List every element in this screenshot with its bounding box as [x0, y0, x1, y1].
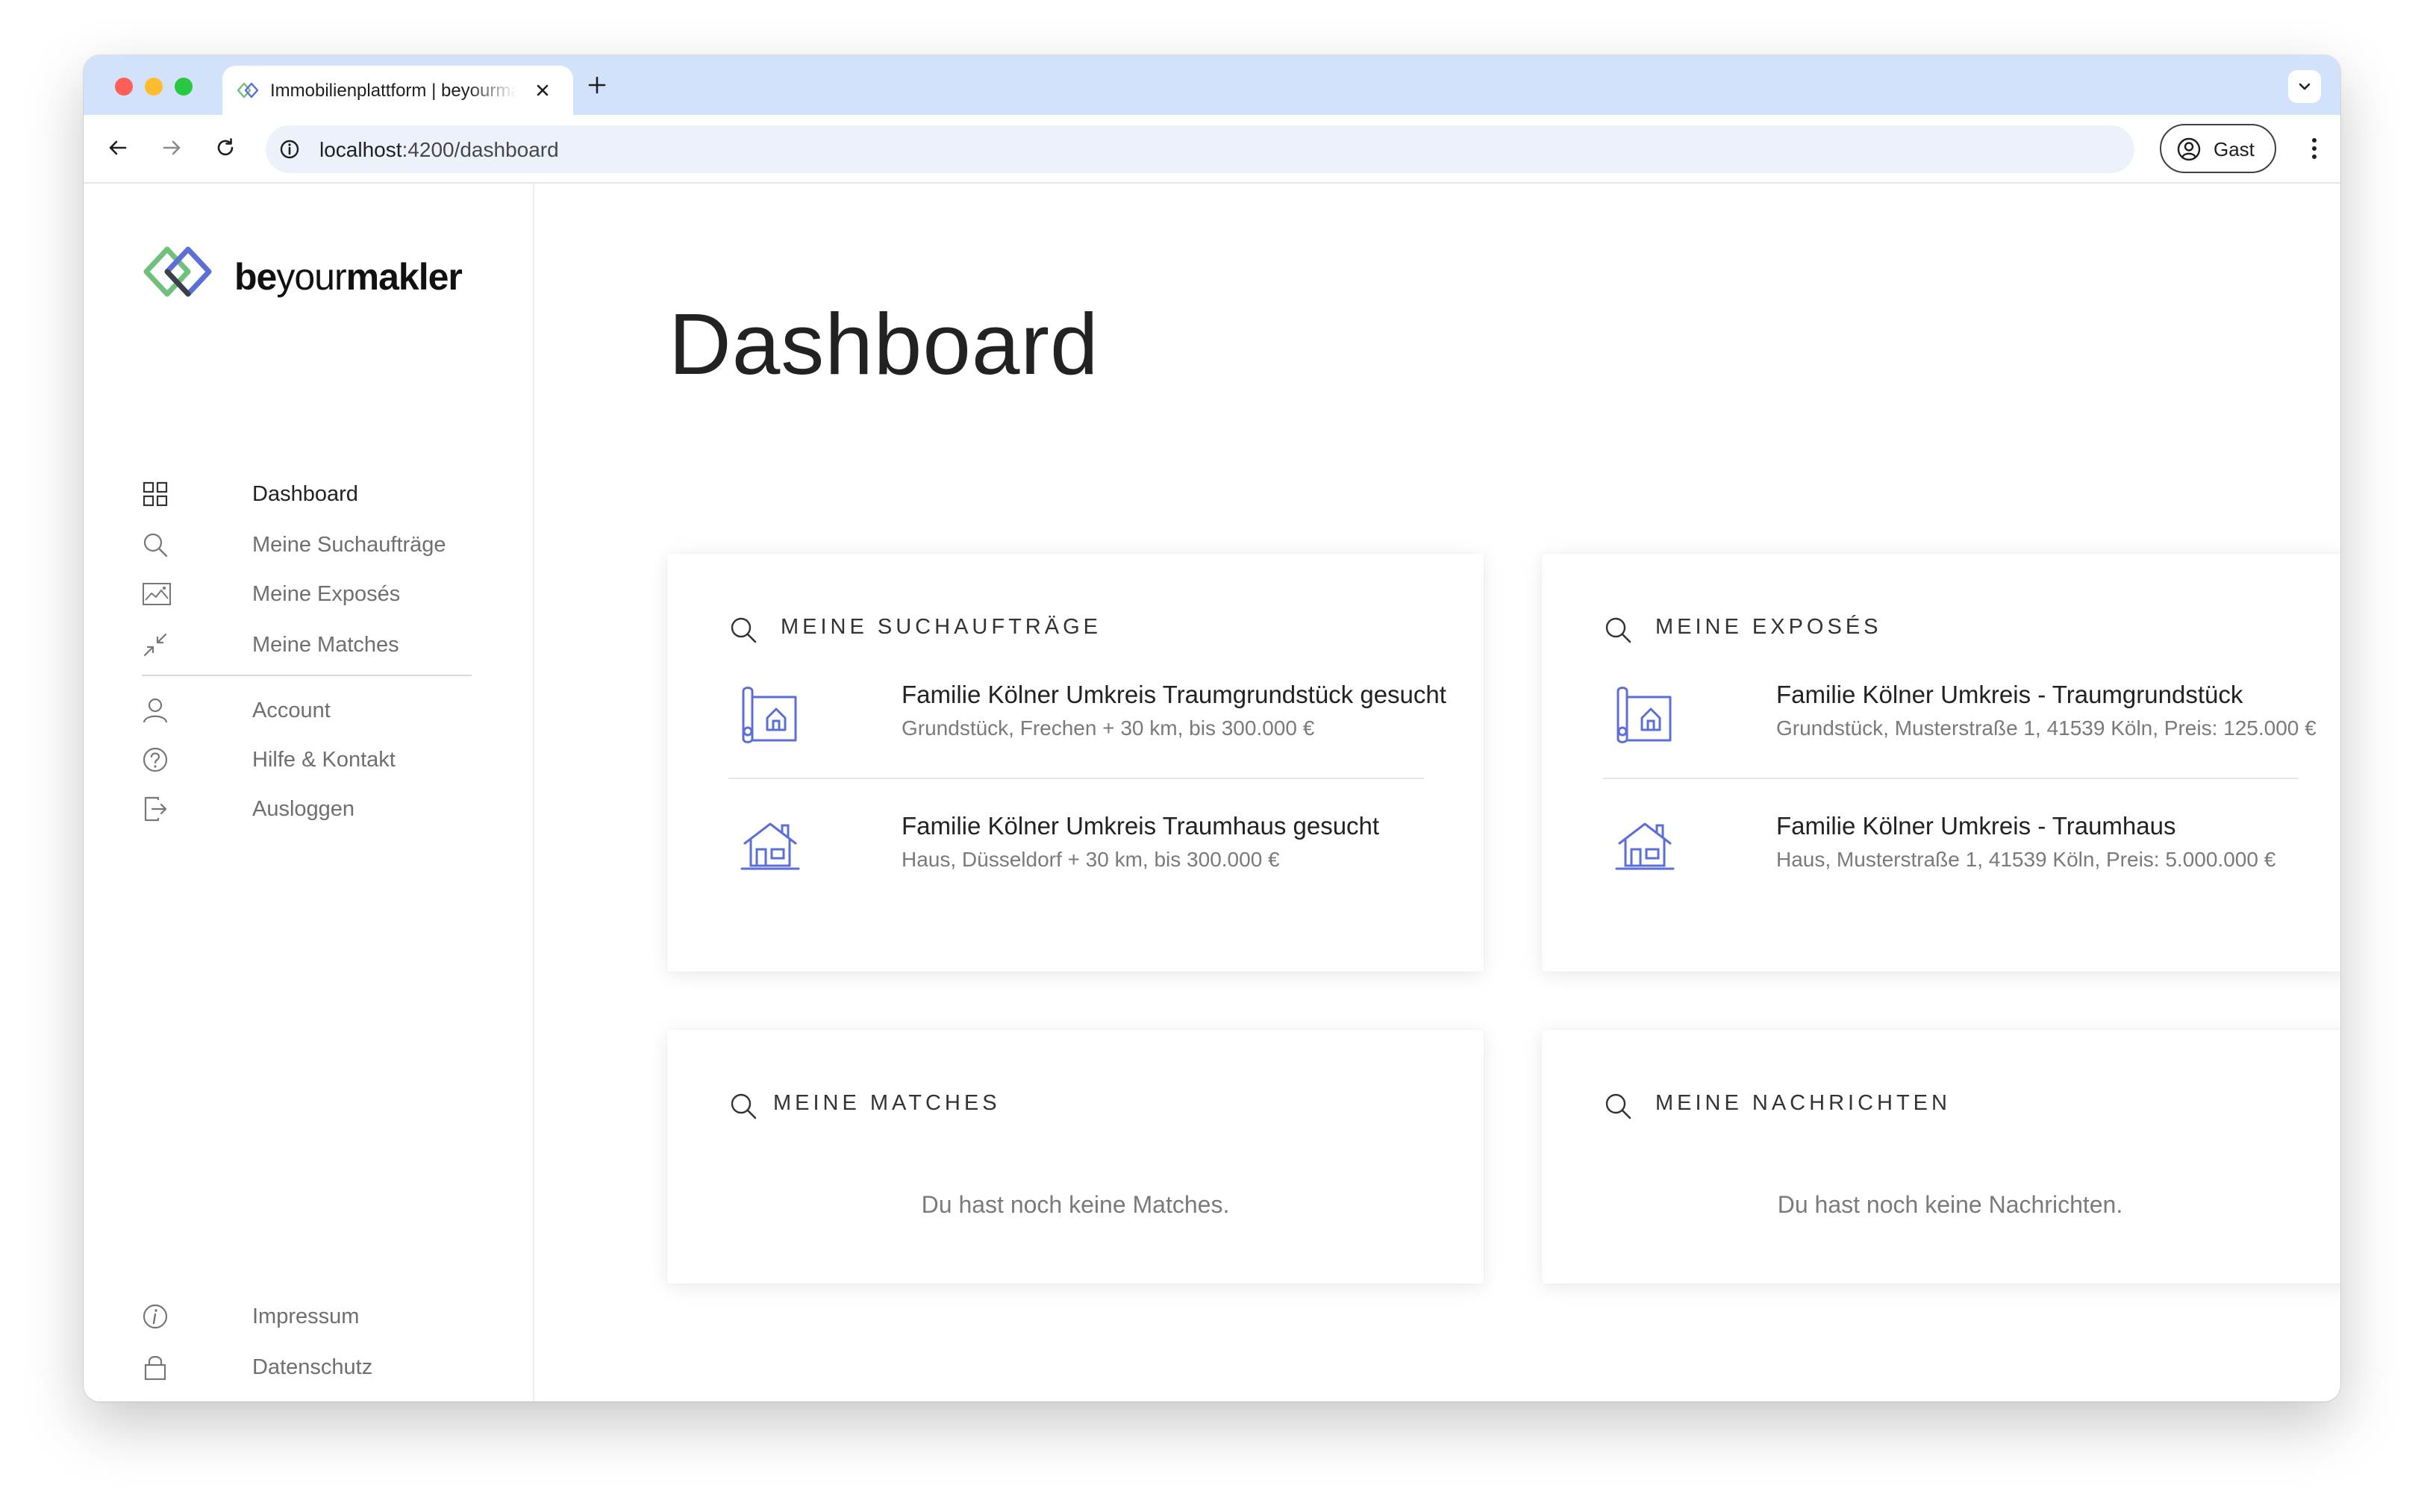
- sidebar-item-label: Datenschutz: [252, 1355, 373, 1379]
- card-exposes: MEINE EXPOSÉS Familie Kölner Umkreis - T…: [1542, 554, 2340, 972]
- card-nachrichten: MEINE NACHRICHTEN Du hast noch keine Nac…: [1542, 1030, 2340, 1284]
- entry-subtitle: Grundstück, Frechen + 30 km, bis 300.000…: [902, 716, 1315, 740]
- profile-button[interactable]: Gast: [2160, 124, 2276, 173]
- lock-icon: [144, 1355, 166, 1381]
- entry-title: Familie Kölner Umkreis Traumgrundstück g…: [902, 681, 1446, 708]
- card-title: MEINE MATCHES: [773, 1091, 1001, 1115]
- back-button[interactable]: [103, 133, 133, 163]
- sidebar-item-label: Meine Matches: [252, 633, 399, 657]
- reload-icon: [217, 138, 234, 156]
- sidebar-item-exposes[interactable]: Meine Exposés: [142, 575, 485, 613]
- plot-icon: [1616, 687, 1672, 743]
- house-icon: [1615, 822, 1675, 870]
- entry-subtitle: Haus, Musterstraße 1, 41539 Köln, Preis:…: [1776, 848, 2276, 871]
- entry-divider: [1603, 778, 2299, 779]
- card-header: MEINE EXPOSÉS: [1603, 612, 2275, 645]
- plot-icon: [742, 687, 797, 743]
- entry-subtitle: Haus, Düsseldorf + 30 km, bis 300.000 €: [902, 848, 1280, 871]
- info-icon: [143, 1304, 168, 1329]
- sidebar: beyourmakler Dashboard Meine Suchaufträg…: [84, 184, 534, 1402]
- arrow-right-icon: [163, 140, 181, 155]
- entry-title: Familie Kölner Umkreis - Traumgrundstück: [1776, 681, 2243, 708]
- entry-title: Familie Kölner Umkreis - Traumhaus: [1776, 812, 2176, 840]
- tab-bar: Immobilienplattform | beyourmakler: [84, 55, 2340, 115]
- sidebar-item-suchauftraege[interactable]: Meine Suchaufträge: [142, 525, 485, 564]
- close-window-button[interactable]: [115, 78, 133, 96]
- list-item[interactable]: Familie Kölner Umkreis Traumgrundstück g…: [728, 681, 1446, 763]
- grid-icon: [143, 481, 168, 507]
- sidebar-item-logout[interactable]: Ausloggen: [142, 790, 485, 828]
- browser-tab[interactable]: Immobilienplattform | beyourmakler: [222, 66, 573, 115]
- forward-button[interactable]: [157, 133, 187, 163]
- list-item[interactable]: Familie Kölner Umkreis - Traumhaus Haus,…: [1603, 812, 2320, 894]
- search-icon: [731, 1093, 757, 1119]
- tab-title: Immobilienplattform | beyourmakler: [270, 81, 516, 101]
- page-title: Dashboard: [669, 296, 1099, 393]
- logout-icon: [144, 796, 167, 822]
- sidebar-item-account[interactable]: Account: [142, 691, 485, 730]
- search-icon: [1605, 1093, 1631, 1119]
- sidebar-item-label: Ausloggen: [252, 797, 355, 821]
- sidebar-item-matches[interactable]: Meine Matches: [142, 625, 485, 664]
- list-item[interactable]: Familie Kölner Umkreis Traumhaus gesucht…: [728, 812, 1445, 894]
- card-title: MEINE SUCHAUFTRÄGE: [781, 615, 1102, 639]
- app-root: beyourmakler Dashboard Meine Suchaufträg…: [84, 184, 2340, 1402]
- main-content: Dashboard MEINE SUCHAUFTRÄGE Familie Köl…: [536, 184, 2340, 1402]
- logo-wordmark: beyourmakler: [234, 256, 463, 298]
- card-header: MEINE SUCHAUFTRÄGE: [728, 612, 1400, 645]
- help-icon: [143, 747, 168, 772]
- user-icon: [143, 698, 168, 723]
- profile-label: Gast: [2214, 138, 2255, 160]
- close-tab-icon[interactable]: [531, 79, 554, 101]
- search-icon: [1605, 617, 1631, 643]
- card-matches: MEINE MATCHES Du hast noch keine Matches…: [667, 1030, 1484, 1284]
- logo[interactable]: beyourmakler: [142, 240, 485, 309]
- favicon-icon: [237, 82, 259, 99]
- card-suchauftraege: MEINE SUCHAUFTRÄGE Familie Kölner Umkrei…: [667, 554, 1484, 972]
- sidebar-item-label: Meine Suchaufträge: [252, 533, 446, 557]
- list-item[interactable]: Familie Kölner Umkreis - Traumgrundstück…: [1603, 681, 2320, 763]
- browser-window: Immobilienplattform | beyourmakler: [84, 55, 2340, 1402]
- entry-title: Familie Kölner Umkreis Traumhaus gesucht: [902, 812, 1380, 840]
- entry-subtitle: Grundstück, Musterstraße 1, 41539 Köln, …: [1776, 716, 2317, 740]
- sidebar-item-impressum[interactable]: Impressum: [142, 1297, 485, 1336]
- card-title: MEINE EXPOSÉS: [1655, 615, 1882, 639]
- sidebar-item-dashboard[interactable]: Dashboard: [142, 475, 485, 513]
- sidebar-item-label: Meine Exposés: [252, 582, 401, 606]
- sidebar-item-datenschutz[interactable]: Datenschutz: [142, 1348, 485, 1387]
- address-bar[interactable]: localhost:4200/dashboard: [266, 125, 2134, 173]
- new-tab-icon[interactable]: [584, 72, 610, 99]
- image-icon: [143, 583, 171, 605]
- chevron-down-icon: [2299, 83, 2311, 90]
- search-icon: [143, 533, 168, 557]
- card-header: MEINE MATCHES: [728, 1088, 1400, 1121]
- entry-divider: [728, 778, 1424, 779]
- search-icon: [731, 617, 757, 643]
- sidebar-item-label: Account: [252, 699, 331, 722]
- browser-toolbar: localhost:4200/dashboard Gast: [84, 115, 2340, 184]
- site-info-icon[interactable]: [278, 137, 302, 161]
- browser-menu-button[interactable]: [2297, 131, 2331, 166]
- tab-search-button[interactable]: [2288, 70, 2321, 103]
- url-text: localhost:4200/dashboard: [319, 138, 559, 161]
- empty-state-text: Du hast noch keine Nachrichten.: [1777, 1191, 2123, 1218]
- sidebar-item-label: Hilfe & Kontakt: [252, 748, 396, 772]
- arrows-in-icon: [143, 633, 167, 657]
- sidebar-item-label: Dashboard: [252, 482, 358, 506]
- minimize-window-button[interactable]: [145, 78, 163, 96]
- sidebar-item-label: Impressum: [252, 1305, 360, 1328]
- card-title: MEINE NACHRICHTEN: [1655, 1091, 1951, 1115]
- empty-state-text: Du hast noch keine Matches.: [921, 1191, 1230, 1218]
- house-icon: [740, 822, 800, 870]
- card-header: MEINE NACHRICHTEN: [1603, 1088, 2275, 1121]
- arrow-left-icon: [109, 140, 127, 155]
- zoom-window-button[interactable]: [175, 78, 193, 96]
- reload-button[interactable]: [210, 133, 240, 163]
- more-vertical-icon: [2312, 138, 2317, 159]
- sidebar-item-help[interactable]: Hilfe & Kontakt: [142, 740, 485, 779]
- profile-icon: [2177, 137, 2201, 161]
- logo-mark-icon: [143, 246, 212, 297]
- sidebar-divider: [142, 675, 472, 676]
